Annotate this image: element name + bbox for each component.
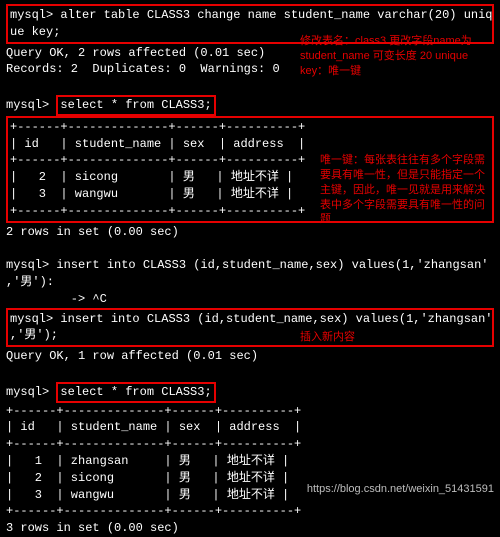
highlight-insert: mysql> insert into CLASS3 (id,student_na…: [6, 308, 494, 348]
sql-select-2: select * from CLASS3;: [60, 385, 211, 399]
blank: [6, 78, 494, 95]
blank: [6, 240, 494, 257]
sql-insert-err-cont: ,'男'):: [6, 274, 494, 291]
highlight-select-2: select * from CLASS3;: [56, 382, 215, 403]
sql-insert: insert into CLASS3 (id,student_name,sex)…: [60, 312, 492, 326]
query-ok-2: Query OK, 1 row affected (0.01 sec): [6, 348, 494, 365]
table-row: | 1 | zhangsan | 男 | 地址不详 |: [6, 453, 494, 470]
table-sep: +------+--------------+------+----------…: [6, 503, 494, 520]
prompt[interactable]: mysql>: [10, 8, 53, 22]
prompt[interactable]: mysql>: [10, 312, 53, 326]
sql-alter: alter table CLASS3 change name student_n…: [60, 8, 492, 22]
prompt[interactable]: mysql>: [6, 385, 49, 399]
table-sep: +------+--------------+------+----------…: [6, 403, 494, 420]
table-header: | id | student_name | sex | address |: [6, 419, 494, 436]
annotation-alter: 修改表名：class3 更改字段name为 student_name 可变长度 …: [300, 34, 490, 79]
rows-in-set: 3 rows in set (0.00 sec): [6, 520, 494, 537]
ctrl-c: -> ^C: [6, 291, 494, 308]
watermark: https://blog.csdn.net/weixin_51431591: [307, 482, 494, 497]
table-sep: +------+--------------+------+----------…: [6, 436, 494, 453]
annotation-insert: 插入新内容: [300, 330, 420, 345]
sql-select-1: select * from CLASS3;: [60, 98, 211, 112]
table-header: | id | student_name | sex | address |: [10, 136, 490, 153]
annotation-unique-key: 唯一键：每张表往往有多个字段需要具有唯一性，但是只能指定一个主键，因此，唯一见就…: [320, 153, 495, 227]
prompt[interactable]: mysql>: [6, 98, 49, 112]
table-sep: +------+--------------+------+----------…: [10, 119, 490, 136]
sql-insert-err: mysql> insert into CLASS3 (id,student_na…: [6, 257, 494, 274]
highlight-select-1: select * from CLASS3;: [56, 95, 215, 116]
blank: [6, 365, 494, 382]
